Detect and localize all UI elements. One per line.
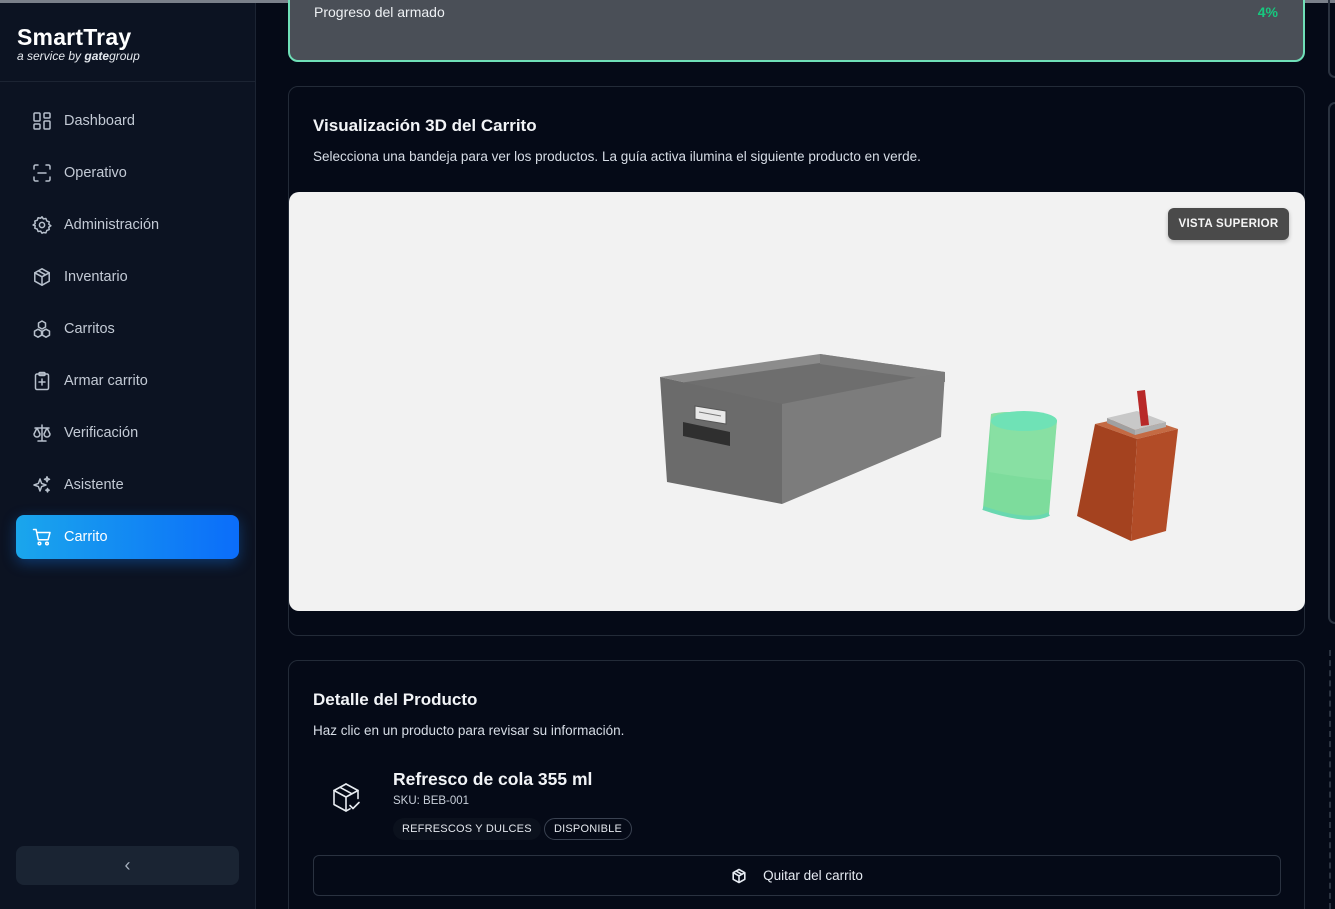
category-badge: REFRESCOS Y DULCES bbox=[393, 818, 541, 840]
sidebar-item-dashboard[interactable]: Dashboard bbox=[16, 99, 239, 143]
sparkles-icon bbox=[32, 475, 52, 495]
remove-from-cart-button[interactable]: Quitar del carrito bbox=[313, 855, 1281, 896]
package-check-icon bbox=[329, 781, 363, 815]
juice-box-model[interactable] bbox=[1077, 390, 1178, 541]
can-model-highlighted[interactable] bbox=[982, 411, 1057, 520]
tagline-gate: gate bbox=[84, 49, 110, 63]
brand-name: SmartTray bbox=[17, 24, 132, 50]
scale-icon bbox=[32, 423, 52, 443]
sidebar-item-armar-carrito[interactable]: Armar carrito bbox=[16, 359, 239, 403]
progress-card: Progreso del armado 4% bbox=[288, 0, 1305, 62]
tagline-group: group bbox=[109, 49, 140, 63]
box-icon bbox=[32, 267, 52, 287]
scan-icon bbox=[32, 163, 52, 183]
cart-icon bbox=[32, 527, 52, 547]
3d-scene bbox=[660, 354, 1178, 541]
sidebar-item-label: Verificación bbox=[64, 425, 139, 441]
dashboard-icon bbox=[32, 111, 52, 131]
sidebar-item-label: Carritos bbox=[64, 321, 115, 337]
product-detail-card: Detalle del Producto Haz clic en un prod… bbox=[288, 660, 1305, 909]
remove-button-label: Quitar del carrito bbox=[763, 868, 863, 883]
progress-label: Progreso del armado bbox=[314, 4, 445, 20]
sidebar-item-verificacion[interactable]: Verificación bbox=[16, 411, 239, 455]
right-panel-edge-dashed bbox=[1329, 650, 1335, 909]
3d-viewport[interactable]: VISTA SUPERIOR bbox=[289, 192, 1305, 611]
product-sku: SKU: BEB-001 bbox=[393, 795, 470, 807]
sidebar-item-carrito[interactable]: Carrito bbox=[16, 515, 239, 559]
right-panel-edge bbox=[1328, 102, 1335, 624]
sidebar-item-label: Administración bbox=[64, 217, 160, 233]
gear-icon bbox=[32, 215, 52, 235]
progress-value: 4% bbox=[1257, 4, 1278, 20]
clipboard-plus-icon bbox=[32, 371, 52, 391]
sidebar-item-administracion[interactable]: Administración bbox=[16, 203, 239, 247]
sidebar-item-label: Asistente bbox=[64, 477, 124, 493]
chevron-left-icon: ‹ bbox=[124, 855, 131, 875]
package-icon bbox=[732, 868, 746, 883]
collapse-sidebar-button[interactable]: ‹ bbox=[16, 846, 239, 885]
visualization-description: Selecciona una bandeja para ver los prod… bbox=[313, 149, 921, 164]
boxes-icon bbox=[32, 319, 52, 339]
sidebar-item-label: Dashboard bbox=[64, 113, 135, 129]
tray-model[interactable] bbox=[660, 354, 945, 504]
sidebar-item-carritos[interactable]: Carritos bbox=[16, 307, 239, 351]
sidebar: SmartTray a service by gategroup Dashboa… bbox=[0, 3, 256, 909]
sidebar-item-label: Armar carrito bbox=[64, 373, 148, 389]
sidebar-item-asistente[interactable]: Asistente bbox=[16, 463, 239, 507]
sidebar-item-label: Operativo bbox=[64, 165, 127, 181]
tagline-prefix: a service by bbox=[17, 49, 82, 63]
sidebar-item-operativo[interactable]: Operativo bbox=[16, 151, 239, 195]
product-section-description: Haz clic en un producto para revisar su … bbox=[313, 723, 625, 738]
product-section-title: Detalle del Producto bbox=[313, 690, 478, 709]
product-name: Refresco de cola 355 ml bbox=[393, 769, 593, 789]
top-view-button[interactable]: VISTA SUPERIOR bbox=[1168, 208, 1289, 240]
visualization-title: Visualización 3D del Carrito bbox=[313, 116, 537, 135]
sidebar-item-label: Carrito bbox=[64, 529, 108, 545]
right-panel-edge bbox=[1328, 0, 1335, 78]
brand-logo[interactable]: SmartTray a service by gategroup bbox=[0, 3, 255, 82]
status-badge: DISPONIBLE bbox=[544, 818, 633, 840]
sidebar-nav: Dashboard Operativo Administración Inven… bbox=[0, 82, 255, 559]
visualization-card: Visualización 3D del Carrito Selecciona … bbox=[288, 86, 1305, 636]
brand-tagline: a service by gategroup bbox=[17, 50, 255, 63]
sidebar-item-label: Inventario bbox=[64, 269, 128, 285]
sidebar-item-inventario[interactable]: Inventario bbox=[16, 255, 239, 299]
